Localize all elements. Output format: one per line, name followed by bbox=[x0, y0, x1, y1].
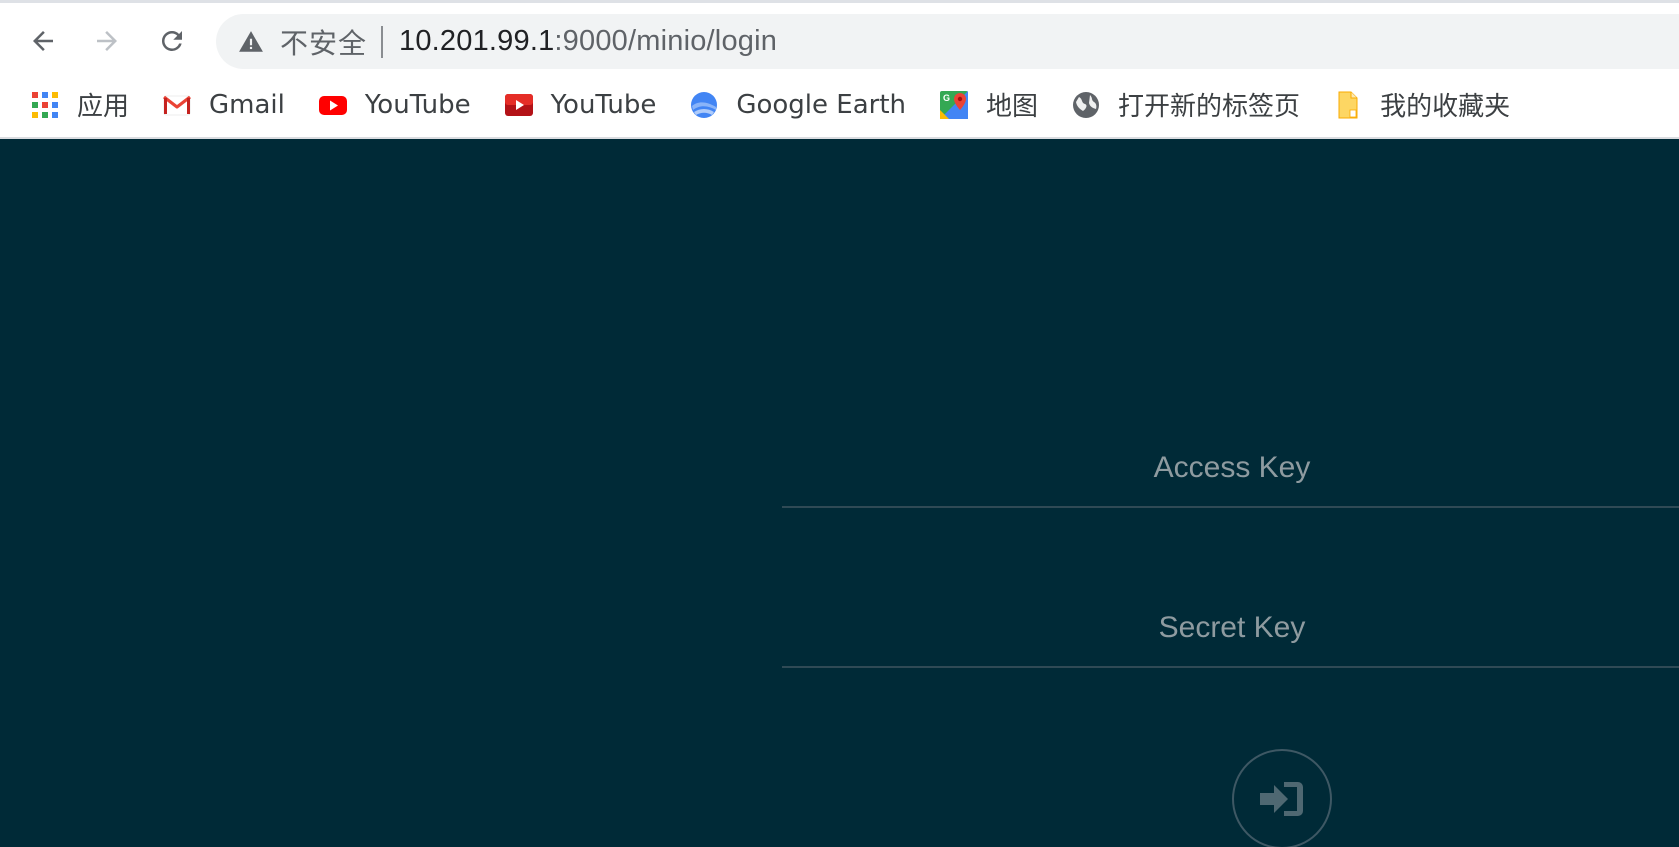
warning-icon[interactable] bbox=[238, 29, 264, 55]
url-host: 10.201.99.1 bbox=[399, 25, 555, 57]
access-key-field-wrapper bbox=[782, 430, 1679, 510]
bookmark-google-earth[interactable]: Google Earth bbox=[688, 80, 906, 130]
browser-toolbar: 不安全 10.201.99.1:9000/minio/login bbox=[0, 0, 1679, 72]
bookmark-label: Gmail bbox=[209, 89, 285, 120]
bookmark-label: 我的收藏夹 bbox=[1380, 92, 1511, 122]
bookmark-new-tab[interactable]: 打开新的标签页 bbox=[1070, 80, 1300, 130]
sign-in-icon bbox=[1260, 782, 1303, 816]
arrow-right-icon bbox=[97, 31, 117, 51]
folder-icon bbox=[1332, 89, 1364, 121]
arrow-left-icon bbox=[33, 31, 53, 51]
url-path: :9000/minio/login bbox=[554, 25, 778, 57]
back-button[interactable] bbox=[20, 18, 66, 64]
bookmark-label: 打开新的标签页 bbox=[1118, 92, 1301, 122]
youtube-icon bbox=[503, 89, 535, 121]
globe-icon bbox=[1070, 89, 1102, 121]
login-page bbox=[0, 139, 1679, 847]
bookmarks-bar: 应用 Gmail YouTube YouTube Google Earth G … bbox=[0, 72, 1679, 139]
bookmark-gmail[interactable]: Gmail bbox=[161, 80, 285, 130]
access-key-input[interactable] bbox=[782, 430, 1679, 508]
login-form bbox=[782, 139, 1679, 847]
reload-button[interactable] bbox=[149, 18, 195, 64]
bookmark-label: Google Earth bbox=[736, 89, 907, 120]
apps-grid-icon bbox=[29, 89, 61, 121]
bookmark-label: 应用 bbox=[77, 92, 130, 122]
secret-key-field-wrapper bbox=[782, 590, 1679, 670]
svg-text:G: G bbox=[943, 93, 950, 103]
bookmark-favorites-folder[interactable]: 我的收藏夹 bbox=[1332, 80, 1510, 130]
bookmark-label: YouTube bbox=[550, 89, 657, 120]
bookmark-label: 地图 bbox=[986, 92, 1039, 122]
bookmark-youtube-1[interactable]: YouTube bbox=[317, 80, 471, 130]
google-earth-icon bbox=[688, 89, 720, 121]
address-bar[interactable]: 不安全 10.201.99.1:9000/minio/login bbox=[216, 14, 1679, 69]
youtube-icon bbox=[317, 89, 349, 121]
google-maps-icon: G bbox=[938, 89, 970, 121]
bookmark-apps[interactable]: 应用 bbox=[29, 80, 129, 130]
login-submit-button[interactable] bbox=[1232, 749, 1332, 847]
gmail-icon bbox=[161, 89, 193, 121]
reload-icon bbox=[161, 30, 182, 51]
bookmark-youtube-2[interactable]: YouTube bbox=[503, 80, 657, 130]
forward-button[interactable] bbox=[84, 18, 130, 64]
secret-key-input[interactable] bbox=[782, 590, 1679, 668]
url-text[interactable]: 10.201.99.1:9000/minio/login bbox=[399, 25, 777, 58]
omnibox-divider bbox=[381, 25, 384, 58]
bookmark-maps[interactable]: G 地图 bbox=[938, 80, 1038, 130]
bookmark-label: YouTube bbox=[364, 89, 471, 120]
not-secure-label[interactable]: 不安全 bbox=[280, 22, 367, 62]
